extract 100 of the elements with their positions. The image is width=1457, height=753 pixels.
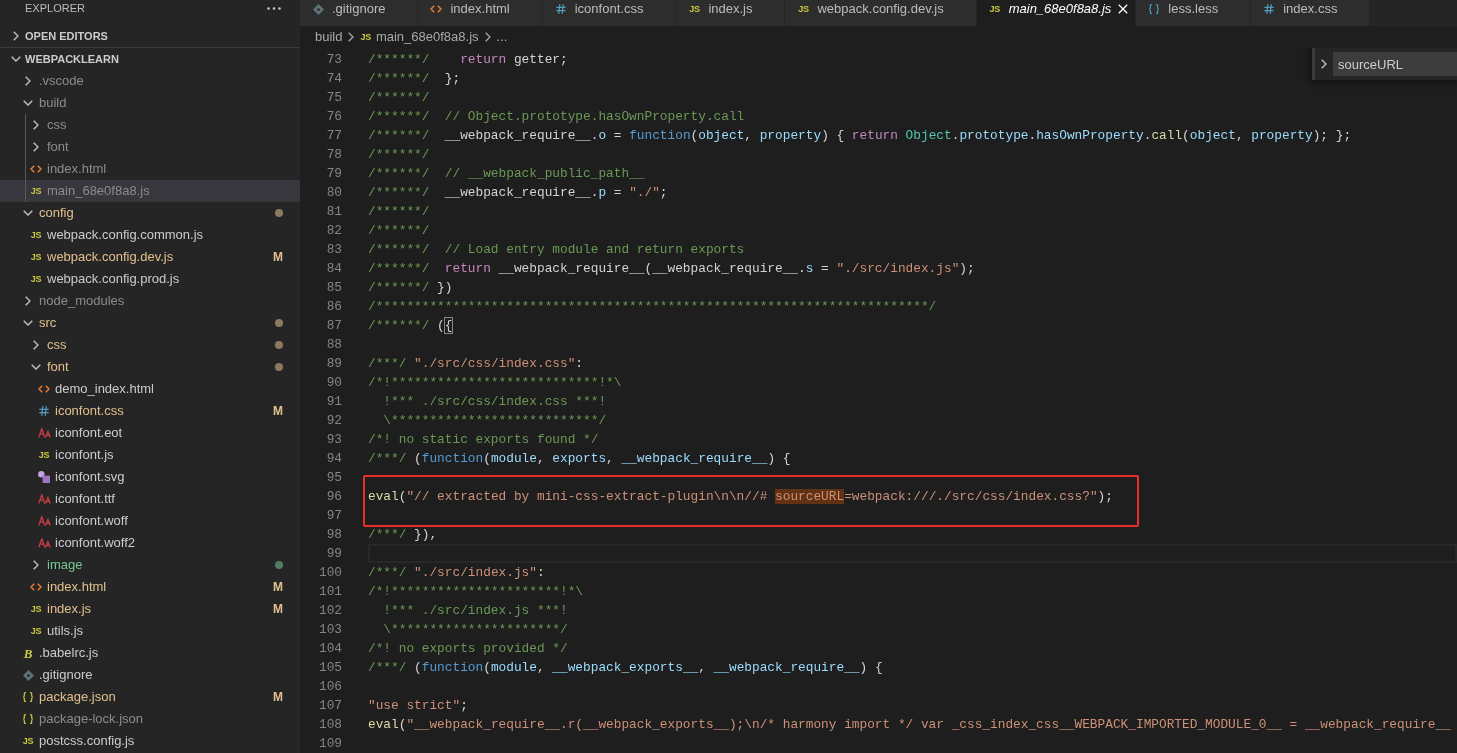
folder-item[interactable]: font: [0, 136, 300, 158]
folder-item[interactable]: build: [0, 92, 300, 114]
folder-item[interactable]: node_modules: [0, 290, 300, 312]
code-line: /******/ __webpack_require__.p = "./";: [368, 185, 668, 200]
js-file-icon: JS: [30, 274, 42, 284]
file-item[interactable]: package.json M: [0, 686, 300, 708]
chevron-right-icon: [484, 32, 491, 42]
code-line: /***/ "./src/css/index.css":: [368, 356, 584, 371]
line-number: 101: [317, 583, 342, 601]
file-item[interactable]: iconfont.svg: [0, 466, 300, 488]
js-file-icon: JS: [30, 252, 42, 262]
code-line: /***/ (function(module, exports, __webpack_require__) {: [368, 451, 791, 466]
breadcrumb-item[interactable]: build: [315, 27, 343, 47]
file-item[interactable]: demo_index.html: [0, 378, 300, 400]
braces-icon: [1148, 4, 1161, 14]
file-item[interactable]: iconfont.woff2: [0, 532, 300, 554]
line-number: 99: [325, 545, 342, 563]
folder-item[interactable]: src: [0, 312, 300, 334]
code-line: /******/: [368, 147, 430, 162]
section-header[interactable]: OPEN EDITORS: [0, 25, 300, 47]
code-line: \**********************/: [382, 622, 568, 637]
code-line: /***/ (function(module, __webpack_exports__, __webpack_require__) {: [368, 660, 883, 675]
file-item[interactable]: JS webpack.config.prod.js: [0, 268, 300, 290]
diamond-icon: [22, 669, 34, 681]
find-input[interactable]: sourceURL: [1333, 52, 1457, 76]
file-item[interactable]: JS index.js M: [0, 598, 300, 620]
editor-tab[interactable]: JS index.js: [676, 0, 786, 26]
line-number: 81: [325, 203, 342, 221]
editor-tab[interactable]: .gitignore: [300, 0, 419, 26]
folder-item[interactable]: config: [0, 202, 300, 224]
git-status-letter: M: [273, 689, 283, 706]
code-line: /******/ // Object.prototype.hasOwnProperty.call: [368, 109, 745, 124]
line-number: 78: [325, 146, 342, 164]
line-number: 108: [317, 716, 342, 734]
code-line: /*! no exports provided */: [368, 641, 568, 656]
file-item[interactable]: package-lock.json: [0, 708, 300, 730]
code-line: !*** ./src/css/index.css ***!: [382, 394, 607, 409]
line-number: 91: [325, 393, 342, 411]
breadcrumb-item[interactable]: JS main_68e0f8a8.js: [360, 27, 479, 47]
file-item[interactable]: JS iconfont.js: [0, 444, 300, 466]
line-number: 104: [317, 640, 342, 658]
file-item[interactable]: index.html: [0, 158, 300, 180]
file-item[interactable]: B .babelrc.js: [0, 642, 300, 664]
section-header[interactable]: WEBPACKLEARN: [0, 48, 300, 70]
file-item[interactable]: iconfont.ttf: [0, 488, 300, 510]
braces-icon: [22, 714, 34, 724]
code-line: \***************************/: [382, 413, 607, 428]
braces-icon: [22, 692, 34, 702]
hash-icon: [1264, 4, 1275, 14]
code-line: eval("__webpack_require__.r(__webpack_exports__);\n/* harmony import */ var _css_index_css__WEBPACK_IMPORTED_MODULE_0__ = __webpack_require__: [368, 717, 1451, 732]
file-item[interactable]: JS webpack.config.dev.js M: [0, 246, 300, 268]
file-item[interactable]: JS webpack.config.common.js: [0, 224, 300, 246]
line-number: 95: [325, 469, 342, 487]
folder-item[interactable]: font: [0, 356, 300, 378]
editor-tab[interactable]: index.html: [418, 0, 543, 26]
editor-tab[interactable]: JS webpack.config.dev.js: [785, 0, 977, 26]
line-number: 102: [317, 602, 342, 620]
editor-tab[interactable]: index.css: [1251, 0, 1371, 26]
line-number: 97: [325, 507, 342, 525]
file-item[interactable]: index.html M: [0, 576, 300, 598]
editor-tab[interactable]: JS main_68e0f8a8.js: [976, 0, 1137, 26]
js-file-icon: JS: [689, 4, 700, 14]
code-line: /***/ }),: [368, 527, 438, 542]
js-file-icon: JS: [989, 4, 1000, 14]
line-number: 75: [325, 89, 342, 107]
breadcrumb-item[interactable]: ...: [496, 27, 508, 47]
folder-item[interactable]: css: [0, 334, 300, 356]
folder-item[interactable]: .vscode: [0, 70, 300, 92]
code-line: /******/ ({: [368, 318, 453, 333]
line-number: 76: [325, 108, 342, 126]
code-line: /******/ // Load entry module and return exports: [368, 242, 745, 257]
editor-tab[interactable]: less.less: [1136, 0, 1252, 26]
line-number: 103: [317, 621, 342, 639]
line-number: 88: [325, 336, 342, 354]
code-line: /******/: [368, 90, 430, 105]
chevron-right-icon: [348, 32, 355, 42]
folder-item[interactable]: css: [0, 114, 300, 136]
file-item[interactable]: JS utils.js: [0, 620, 300, 642]
line-number: 77: [325, 127, 342, 145]
line-number: 107: [317, 697, 342, 715]
file-item[interactable]: .gitignore: [0, 664, 300, 686]
folder-item[interactable]: image: [0, 554, 300, 576]
file-item[interactable]: iconfont.woff: [0, 510, 300, 532]
line-number: 93: [325, 431, 342, 449]
more-actions-icon[interactable]: [267, 7, 281, 10]
line-number: 80: [325, 184, 342, 202]
close-icon: [1118, 4, 1129, 14]
shapes-icon: [38, 471, 50, 483]
file-item[interactable]: JS postcss.config.js: [0, 730, 300, 752]
git-status-letter: M: [273, 601, 283, 618]
js-file-icon: JS: [360, 32, 371, 42]
code-line: /******/ }): [368, 280, 453, 295]
file-item[interactable]: JS main_68e0f8a8.js: [0, 180, 300, 202]
file-item[interactable]: iconfont.css M: [0, 400, 300, 422]
font-file-icon: [37, 516, 51, 526]
file-item[interactable]: iconfont.eot: [0, 422, 300, 444]
hash-icon: [555, 4, 566, 14]
code-line: /************************************************************************/: [368, 299, 937, 314]
editor-tab[interactable]: iconfont.css: [542, 0, 677, 26]
code-line: /******/ return getter;: [368, 52, 568, 67]
